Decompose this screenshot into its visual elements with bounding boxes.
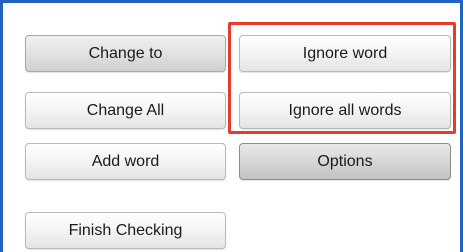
add-word-button[interactable]: Add word (25, 143, 226, 180)
ignore-all-words-label: Ignore all words (288, 101, 402, 119)
finish-checking-button[interactable]: Finish Checking (25, 212, 226, 249)
change-all-label: Change All (86, 101, 165, 119)
ignore-all-words-button[interactable]: Ignore all words (239, 92, 451, 129)
ignore-word-label: Ignore word (302, 44, 388, 62)
change-all-button[interactable]: Change All (25, 92, 226, 129)
change-to-label: Change to (88, 44, 163, 62)
finish-checking-label: Finish Checking (68, 221, 183, 239)
spell-check-panel: Change to Change All Add word Finish Che… (0, 0, 463, 252)
change-to-button[interactable]: Change to (25, 35, 226, 72)
options-button[interactable]: Options (239, 143, 451, 180)
add-word-label: Add word (91, 152, 160, 170)
ignore-word-button[interactable]: Ignore word (239, 35, 451, 72)
options-label: Options (317, 152, 373, 170)
